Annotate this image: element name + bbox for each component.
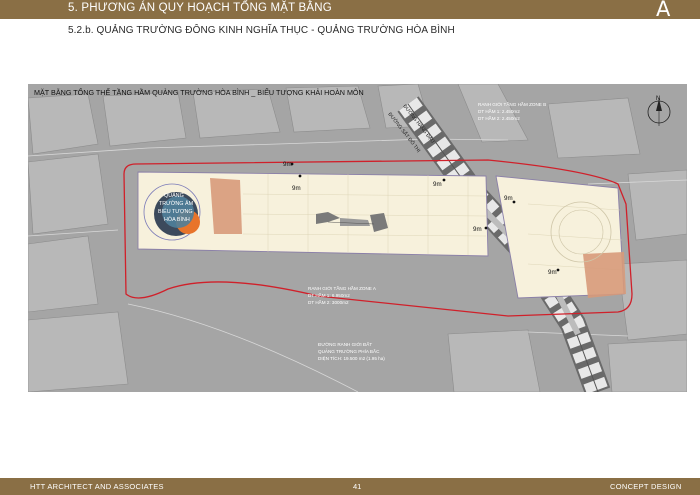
symbol-label-line-4: HÒA BÌNH (164, 216, 190, 223)
dimension-label: 9m (504, 195, 513, 202)
svg-text:ĐƯỜNG RANH GIỚI ĐẤT: ĐƯỜNG RANH GIỚI ĐẤT (318, 341, 372, 347)
footer-page-number: 41 (353, 482, 362, 491)
svg-text:QUẢNG TRƯỜNG PHÍA BẮC: QUẢNG TRƯỜNG PHÍA BẮC (318, 347, 380, 354)
site-plan-drawing: MẶT BẰNG TỔNG THỂ TẦNG HẦM QUẢNG TRƯỜNG … (28, 84, 687, 392)
symbol-label-line-1: QUẢNG (164, 192, 184, 199)
dimension-label: 9m (433, 181, 442, 188)
symbol-label-line-2: TRƯỜNG ÂM (159, 200, 194, 207)
dimension-label: 9m (283, 161, 292, 168)
svg-text:DIỆN TÍCH: 19.500 m2 (1.95 ha): DIỆN TÍCH: 19.500 m2 (1.95 ha) (318, 354, 385, 361)
terracotta-block-west (210, 178, 242, 234)
svg-text:DT HẦM 2: 2.450m2: DT HẦM 2: 2.450m2 (478, 115, 520, 121)
symbol-label-line-3: BIỂU TƯỢNG (158, 208, 193, 215)
footer-phase: CONCEPT DESIGN (610, 482, 682, 491)
dimension-label: 9m (292, 185, 301, 192)
subsection-title: 5.2.b. QUẢNG TRƯỜNG ĐÔNG KINH NGHĨA THỤC… (68, 25, 455, 36)
terracotta-block-east (583, 252, 626, 298)
svg-text:DT HẦM 1: 6.950m2: DT HẦM 1: 6.950m2 (308, 292, 350, 298)
plan-title: MẶT BẰNG TỔNG THỂ TẦNG HẦM QUẢNG TRƯỜNG … (34, 87, 364, 97)
section-title: 5. PHƯƠNG ÁN QUY HOẠCH TỔNG MẶT BẰNG (68, 2, 332, 14)
site-plan: MẶT BẰNG TỔNG THỂ TẦNG HẦM QUẢNG TRƯỜNG … (28, 84, 687, 392)
svg-text:DT HẦM 2: 3000m2: DT HẦM 2: 3000m2 (308, 299, 349, 305)
svg-text:DT HẦM 1: 2.450m2: DT HẦM 1: 2.450m2 (478, 108, 520, 114)
logo-letter: A (656, 0, 671, 21)
footer-company: HTT ARCHITECT AND ASSOCIATES (30, 482, 164, 491)
dimension-label: 9m (548, 269, 557, 276)
dimension-label: 9m (473, 226, 482, 233)
compass-label: N (656, 96, 660, 102)
svg-text:RANH GIỚI TẦNG HẦM ZONE B: RANH GIỚI TẦNG HẦM ZONE B (478, 101, 546, 107)
svg-text:RANH GIỚI TẦNG HẦM ZONE A: RANH GIỚI TẦNG HẦM ZONE A (308, 285, 377, 291)
